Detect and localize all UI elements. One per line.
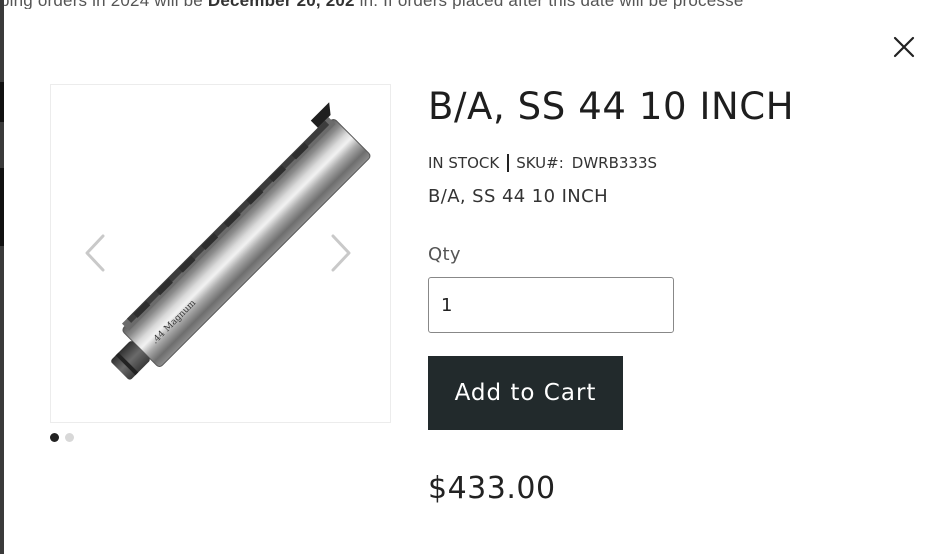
product-subtitle: B/A, SS 44 10 INCH xyxy=(428,186,609,207)
add-to-cart-button[interactable]: Add to Cart xyxy=(428,356,623,430)
gallery-pagination xyxy=(50,433,74,442)
banner-text-bold: December 20, 202 xyxy=(208,0,355,9)
close-icon xyxy=(893,36,915,58)
product-meta: IN STOCK SKU#: DWRB333S xyxy=(428,154,657,172)
sku-value: DWRB333S xyxy=(571,154,658,172)
quick-view-modal: .44 Magnum B/A, SS 44 10 INCH IN STOCK S… xyxy=(4,9,932,554)
background-announcement-banner: ping orders in 2024 will be December 20,… xyxy=(0,0,932,9)
sku-label: SKU#: xyxy=(516,154,564,172)
gallery-next-button[interactable] xyxy=(327,233,353,273)
chevron-left-icon xyxy=(85,234,105,272)
close-button[interactable] xyxy=(891,34,917,60)
product-price: $433.00 xyxy=(428,471,556,506)
product-image-gallery: .44 Magnum xyxy=(50,84,391,423)
chevron-right-icon xyxy=(331,234,351,272)
qty-input[interactable] xyxy=(428,277,674,333)
gallery-dot-1[interactable] xyxy=(50,433,59,442)
banner-text-pre: ping orders in 2024 will be xyxy=(0,0,208,9)
qty-label: Qty xyxy=(428,244,461,265)
stock-status: IN STOCK xyxy=(428,154,500,172)
gallery-dot-2[interactable] xyxy=(65,433,74,442)
meta-divider xyxy=(507,154,510,172)
banner-text-post: in. If orders placed after this date wil… xyxy=(355,0,744,9)
product-title: B/A, SS 44 10 INCH xyxy=(428,85,795,128)
gallery-prev-button[interactable] xyxy=(83,233,109,273)
